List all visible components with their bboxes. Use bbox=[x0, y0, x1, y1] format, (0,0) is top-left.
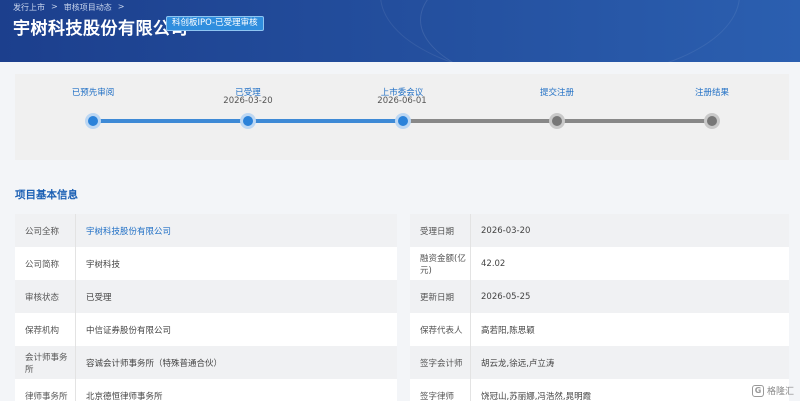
info-label: 公司全称 bbox=[25, 226, 60, 237]
step-dot-icon bbox=[704, 113, 720, 129]
info-label: 签字会计师 bbox=[420, 358, 463, 369]
info-label: 保荐机构 bbox=[25, 325, 60, 336]
info-value: 北京德恒律师事务所 bbox=[75, 379, 163, 401]
step-date: 2026-03-20 bbox=[223, 96, 273, 106]
breadcrumb-item[interactable]: 审核项目动态 bbox=[64, 2, 112, 13]
review-progress: 已预先审阅 已受理 2026-03-20 上市委会议 2026-06-01 提交… bbox=[15, 74, 789, 160]
info-label: 公司简称 bbox=[25, 259, 60, 270]
breadcrumb-separator-icon: > bbox=[117, 2, 125, 11]
step-date: 2026-06-01 bbox=[377, 96, 427, 106]
breadcrumb: 发行上市 > 审核项目动态 > bbox=[13, 2, 124, 13]
info-label: 审核状态 bbox=[25, 292, 60, 303]
step-label: 注册结果 bbox=[694, 88, 729, 98]
step-dot-icon bbox=[395, 113, 411, 129]
step-label: 提交注册 bbox=[539, 88, 574, 98]
section-title: 项目基本信息 bbox=[15, 189, 78, 201]
watermark-logo-icon: G bbox=[751, 384, 764, 397]
info-row: 公司简称 宇树科技 bbox=[15, 247, 397, 280]
page-header: 发行上市 > 审核项目动态 > 宇树科技股份有限公司 科创板IPO-已受理审核 bbox=[0, 0, 800, 62]
watermark: G 格隆汇 bbox=[751, 384, 794, 397]
info-row: 融资金额(亿元) 42.02 bbox=[410, 247, 789, 280]
info-row: 签字律师 饶冠山,苏丽娜,冯浩然,晁明霞 bbox=[410, 379, 789, 401]
watermark-text: 格隆汇 bbox=[766, 387, 794, 397]
info-value: 饶冠山,苏丽娜,冯浩然,晁明霞 bbox=[470, 379, 591, 401]
header-decoration bbox=[380, 0, 740, 62]
info-row: 受理日期 2026-03-20 bbox=[410, 214, 789, 247]
info-value: 42.02 bbox=[470, 247, 505, 280]
info-row: 公司全称 宇树科技股份有限公司 bbox=[15, 214, 397, 247]
info-row: 更新日期 2026-05-25 bbox=[410, 280, 789, 313]
info-value: 已受理 bbox=[75, 280, 112, 313]
step-dot-icon bbox=[240, 113, 256, 129]
breadcrumb-separator-icon: > bbox=[51, 2, 58, 11]
info-value: 容诚会计师事务所（特殊普通合伙） bbox=[75, 346, 222, 379]
info-label: 更新日期 bbox=[420, 292, 455, 303]
info-value: 高若阳,陈思颖 bbox=[470, 313, 535, 346]
info-value: 宇树科技 bbox=[75, 247, 120, 280]
breadcrumb-item[interactable]: 发行上市 bbox=[13, 2, 45, 13]
info-label: 受理日期 bbox=[420, 226, 455, 237]
info-row: 保荐代表人 高若阳,陈思颖 bbox=[410, 313, 789, 346]
step-label: 已预先审阅 bbox=[71, 88, 115, 98]
info-row: 审核状态 已受理 bbox=[15, 280, 397, 313]
info-value: 胡云龙,徐远,卢立涛 bbox=[470, 346, 554, 379]
step-dot-icon bbox=[85, 113, 101, 129]
info-row: 保荐机构 中信证券股份有限公司 bbox=[15, 313, 397, 346]
info-label: 保荐代表人 bbox=[420, 325, 463, 336]
info-label: 融资金额(亿元) bbox=[420, 253, 466, 276]
info-row: 签字会计师 胡云龙,徐远,卢立涛 bbox=[410, 346, 789, 379]
page-title: 宇树科技股份有限公司 bbox=[13, 19, 188, 39]
info-value: 2026-05-25 bbox=[470, 280, 530, 313]
step-dot-icon bbox=[549, 113, 565, 129]
company-name-link[interactable]: 宇树科技股份有限公司 bbox=[75, 214, 171, 247]
board-badge: 科创板IPO-已受理审核 bbox=[166, 16, 264, 31]
info-label: 律师事务所 bbox=[25, 391, 68, 401]
info-row: 会计师事务所 容诚会计师事务所（特殊普通合伙） bbox=[15, 346, 397, 379]
info-label: 会计师事务所 bbox=[25, 352, 68, 375]
info-label: 签字律师 bbox=[420, 391, 455, 401]
info-value: 中信证券股份有限公司 bbox=[75, 313, 171, 346]
info-value: 2026-03-20 bbox=[470, 214, 530, 247]
info-row: 律师事务所 北京德恒律师事务所 bbox=[15, 379, 397, 401]
